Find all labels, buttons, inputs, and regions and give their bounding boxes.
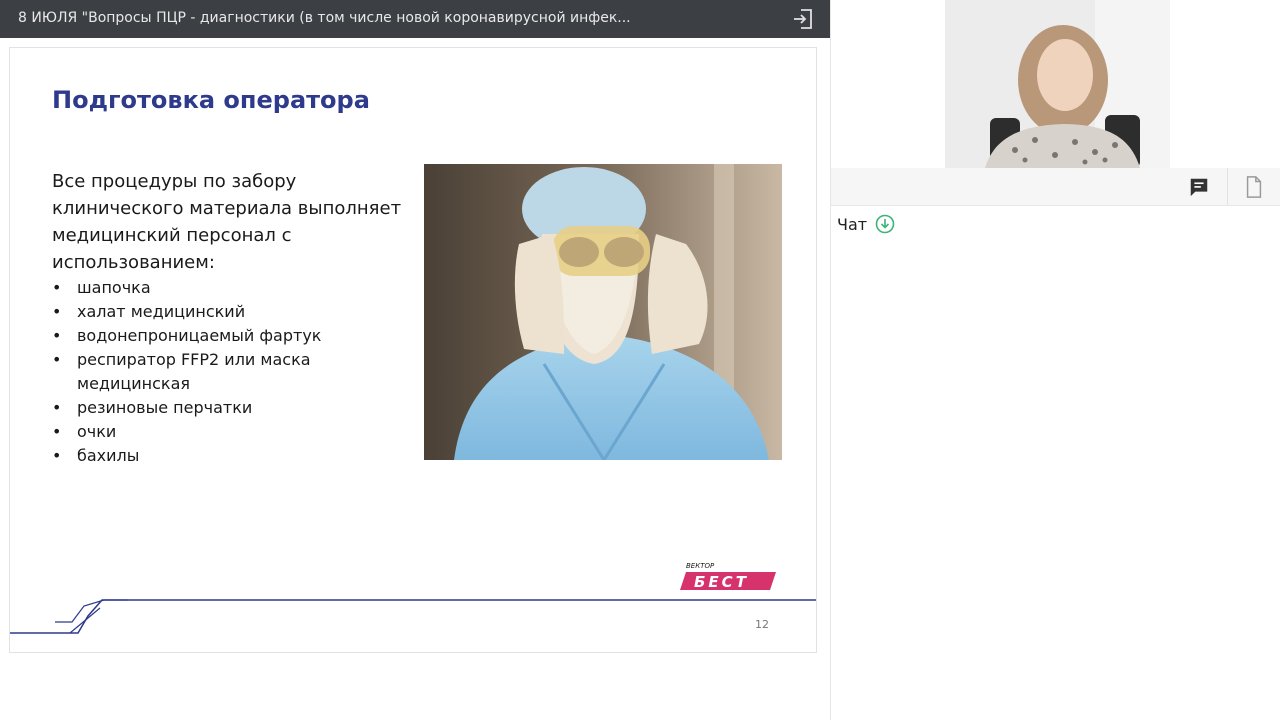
exit-button[interactable]: [784, 0, 822, 38]
footer-decoration: [10, 599, 816, 634]
files-tab-button[interactable]: [1227, 168, 1280, 205]
chat-label: Чат: [837, 214, 868, 234]
chat-header: Чат: [837, 214, 895, 234]
chat-icon: [1190, 178, 1208, 196]
exit-icon: [794, 9, 812, 29]
medical-worker-photo: [424, 164, 782, 460]
presentation-area: Подготовка оператора Все процедуры по за…: [0, 38, 830, 720]
presenter-video: [945, 0, 1170, 168]
list-item: • шапочка: [52, 278, 151, 297]
list-item: • халат медицинский: [52, 302, 246, 321]
svg-text:ВЕКТОР: ВЕКТОР: [686, 562, 715, 570]
list-item: • бахилы: [52, 446, 140, 465]
file-icon: [1246, 175, 1262, 198]
chat-tab-button[interactable]: [1173, 168, 1225, 205]
list-item: • водонепроницаемый фартук: [52, 326, 322, 345]
list-item: • резиновые перчатки: [52, 398, 253, 417]
slide-title: Подготовка оператора: [52, 86, 370, 114]
panel-toolbar: [831, 168, 1280, 206]
list-item: • очки: [52, 422, 117, 441]
slide-intro-text: Все процедуры по забору клинического мат…: [52, 171, 402, 273]
window-title-bar: 8 ИЮЛЯ "Вопросы ПЦР - диагностики (в том…: [0, 0, 830, 38]
list-item: • респиратор FFP2 или маска медицинская: [52, 350, 311, 393]
webinar-title: 8 ИЮЛЯ "Вопросы ПЦР - диагностики (в том…: [18, 10, 631, 26]
side-panel: Чат: [830, 0, 1280, 720]
slide-page-number: 12: [755, 618, 769, 631]
download-icon[interactable]: [875, 214, 895, 234]
ppe-list: • шапочка • халат медицинский • водонепрони…: [52, 276, 372, 468]
slide: Подготовка оператора Все процедуры по за…: [9, 47, 817, 653]
